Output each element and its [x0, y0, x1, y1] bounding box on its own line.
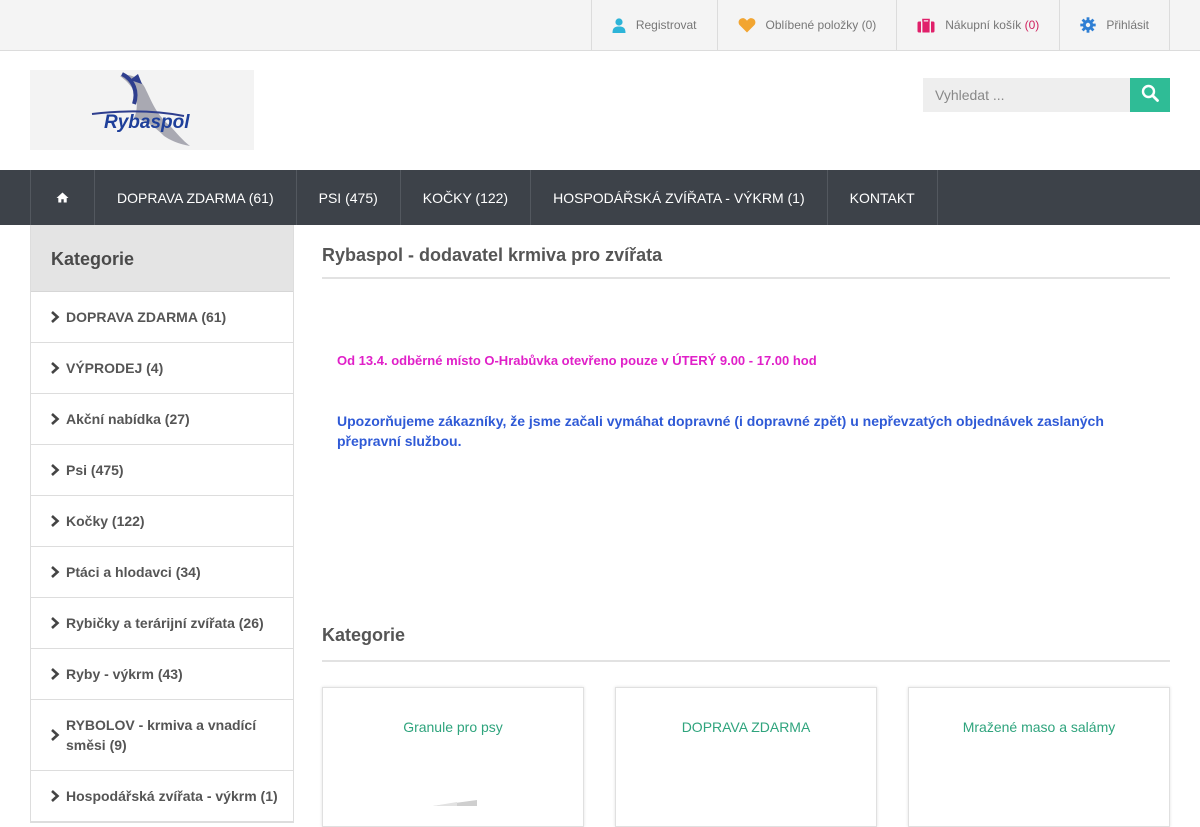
cart-label: Nákupní košík: [945, 18, 1022, 32]
cart-link[interactable]: Nákupní košík (0): [896, 0, 1059, 50]
chevron-right-icon: [50, 566, 66, 578]
cart-count: (0): [1024, 18, 1040, 32]
main-nav: DOPRAVA ZDARMA (61) PSI (475) KOČKY (122…: [0, 170, 1200, 225]
chevron-right-icon: [50, 311, 66, 323]
search-icon: [1141, 84, 1159, 107]
login-label: Přihlásit: [1106, 18, 1149, 32]
sidebar-item-label: Psi (475): [66, 462, 124, 478]
chevron-right-icon: [50, 413, 66, 425]
shipping-notice: Upozorňujeme zákazníky, že jsme začali v…: [337, 413, 1104, 449]
category-sidebar: Kategorie DOPRAVA ZDARMA (61) VÝPRODEJ (…: [30, 225, 294, 823]
sidebar-item-hospodarska-zvirata[interactable]: Hospodářská zvířata - výkrm (1): [31, 771, 293, 822]
sidebar-item-ptaci-a-hlodavci[interactable]: Ptáci a hlodavci (34): [31, 547, 293, 598]
nav-item-kontakt[interactable]: KONTAKT: [826, 170, 938, 225]
chevron-right-icon: [50, 790, 66, 802]
sidebar-item-label: Rybičky a terárijní zvířata (26): [66, 615, 264, 631]
logo[interactable]: Rybaspol: [30, 70, 254, 150]
product-image: [423, 792, 483, 806]
category-card-granule[interactable]: Granule pro psy: [322, 687, 584, 827]
sidebar-item-label: Ryby - výkrm (43): [66, 666, 183, 682]
favorites-label: Oblíbené položky (0): [765, 18, 877, 32]
sidebar-item-vyprodej[interactable]: VÝPRODEJ (4): [31, 343, 293, 394]
sidebar-item-rybolov[interactable]: RYBOLOV - krmiva a vnadící směsi (9): [31, 700, 293, 771]
chevron-right-icon: [50, 729, 66, 741]
heart-icon: [738, 17, 756, 33]
search-button[interactable]: [1130, 78, 1170, 112]
login-link[interactable]: Přihlásit: [1059, 0, 1170, 50]
category-card-label: DOPRAVA ZDARMA: [681, 719, 811, 735]
home-icon: [56, 190, 69, 206]
nav-item-hospodarska-zvirata[interactable]: HOSPODÁŘSKÁ ZVÍŘATA - VÝKRM (1): [530, 170, 827, 225]
sidebar-item-akcni-nabidka[interactable]: Akční nabídka (27): [31, 394, 293, 445]
sidebar-item-label: DOPRAVA ZDARMA (61): [66, 309, 227, 325]
chevron-right-icon: [50, 515, 66, 527]
chevron-right-icon: [50, 464, 66, 476]
nav-home[interactable]: [30, 170, 94, 225]
chevron-right-icon: [50, 668, 66, 680]
header: Rybaspol: [0, 51, 1200, 170]
sidebar-item-label: Ptáci a hlodavci (34): [66, 564, 201, 580]
register-label: Registrovat: [635, 18, 697, 32]
favorites-link[interactable]: Oblíbené položky (0): [716, 0, 897, 50]
top-bar: Registrovat Oblíbené položky (0) Nákupní…: [0, 0, 1200, 51]
sidebar-item-ryby-vykrm[interactable]: Ryby - výkrm (43): [31, 649, 293, 700]
logo-text: Rybaspol: [104, 112, 190, 133]
sidebar-item-label: Kočky (122): [66, 513, 145, 529]
rybaspol-logo-graphic: Rybaspol: [91, 72, 190, 146]
category-card-label: Mražené maso a salámy: [962, 719, 1116, 735]
sidebar-item-label: Akční nabídka (27): [66, 411, 190, 427]
search-bar: [923, 78, 1170, 112]
nav-item-doprava-zdarma[interactable]: DOPRAVA ZDARMA (61): [94, 170, 296, 225]
nav-item-kocky[interactable]: KOČKY (122): [399, 170, 530, 225]
main-content: Rybaspol - dodavatel krmiva pro zvířata …: [322, 225, 1170, 827]
sidebar-item-psi[interactable]: Psi (475): [31, 445, 293, 496]
sidebar-item-rybicky[interactable]: Rybičky a terárijní zvířata (26): [31, 598, 293, 649]
opening-hours-notice: Od 13.4. odběrné místo O-Hrabůvka otevře…: [337, 353, 817, 368]
sidebar-item-doprava-zdarma[interactable]: DOPRAVA ZDARMA (61): [31, 292, 293, 343]
category-cards: Granule pro psy DOPRAVA ZDARMA Mražené m…: [322, 687, 1170, 827]
nav-item-psi[interactable]: PSI (475): [295, 170, 400, 225]
gear-icon: [1080, 17, 1097, 33]
chevron-right-icon: [50, 617, 66, 629]
category-card-doprava-zdarma[interactable]: DOPRAVA ZDARMA: [615, 687, 877, 827]
sidebar-item-kocky[interactable]: Kočky (122): [31, 496, 293, 547]
sidebar-item-label: RYBOLOV - krmiva a vnadící směsi (9): [66, 717, 257, 753]
register-link[interactable]: Registrovat: [590, 0, 717, 50]
category-card-label: Granule pro psy: [403, 719, 503, 735]
page-title: Rybaspol - dodavatel krmiva pro zvířata: [322, 245, 1170, 279]
sidebar-item-label: Hospodářská zvířata - výkrm (1): [66, 788, 278, 804]
categories-title: Kategorie: [322, 625, 1170, 662]
top-links: Registrovat Oblíbené položky (0) Nákupní…: [590, 0, 1170, 50]
category-card-mrazene-maso[interactable]: Mražené maso a salámy: [908, 687, 1170, 827]
suitcase-icon: [917, 18, 935, 33]
chevron-right-icon: [50, 362, 66, 374]
user-icon: [612, 17, 626, 33]
search-input[interactable]: [923, 78, 1130, 112]
sidebar-title: Kategorie: [31, 225, 293, 292]
sidebar-item-label: VÝPRODEJ (4): [66, 360, 164, 376]
